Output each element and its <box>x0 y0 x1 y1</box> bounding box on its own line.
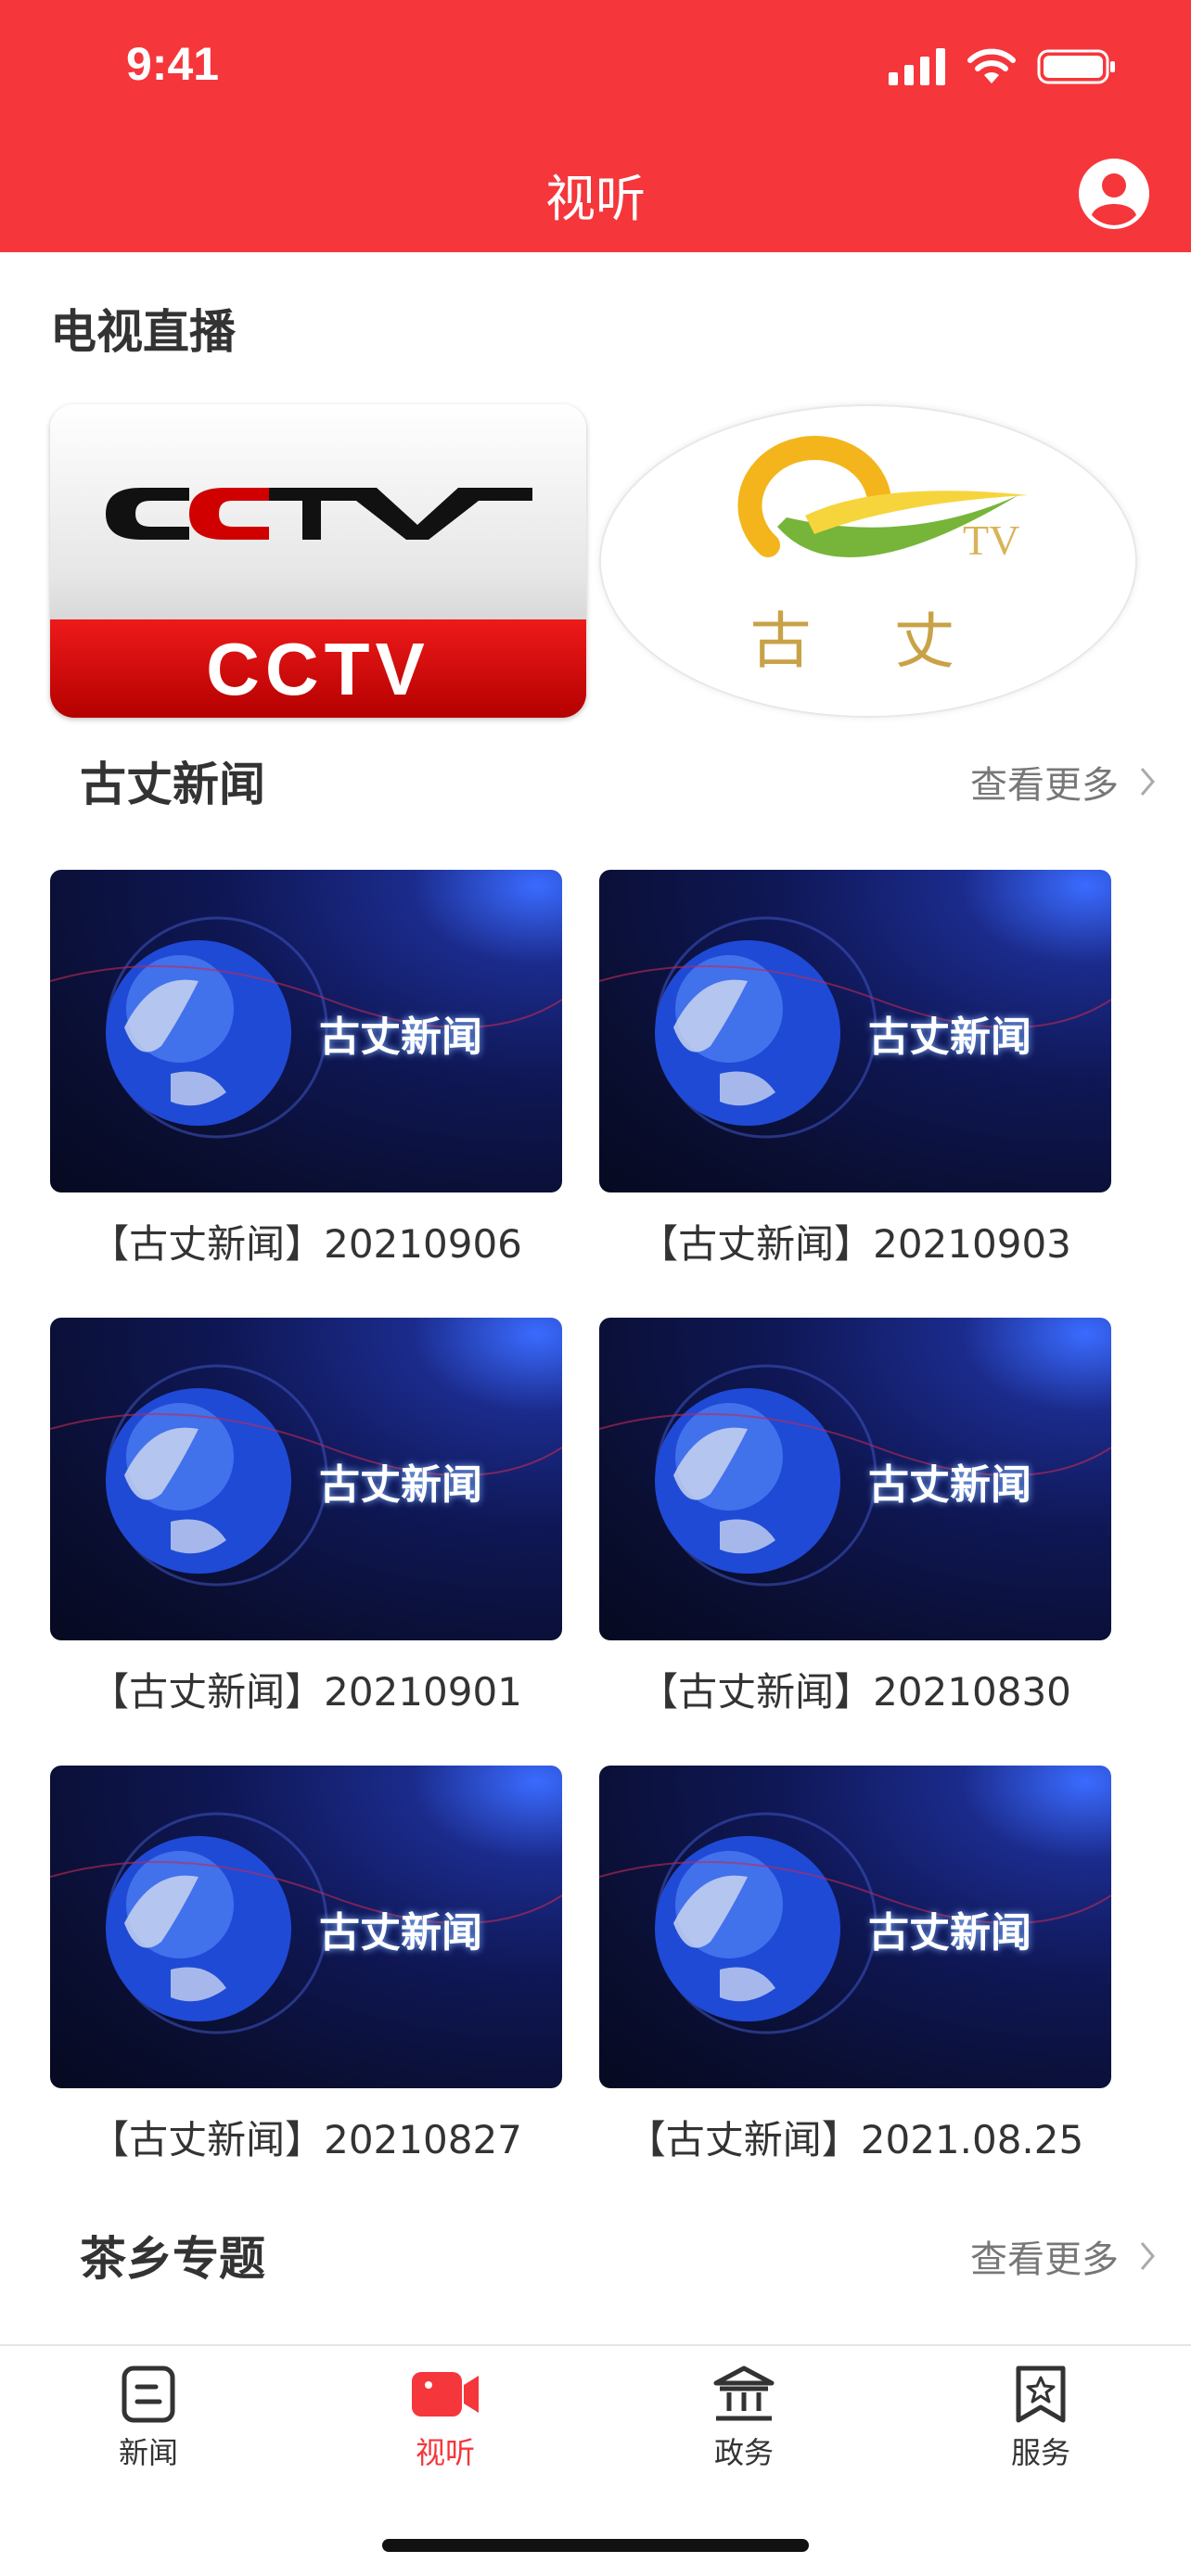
video-thumbnail: 古丈新闻 <box>599 870 1111 1192</box>
video-thumbnail: 古丈新闻 <box>50 1766 562 2088</box>
profile-icon[interactable] <box>1078 158 1150 230</box>
thumbnail-caption: 古丈新闻 <box>319 1014 482 1061</box>
status-icons <box>889 46 1117 87</box>
wifi-icon <box>967 48 1016 83</box>
video-title: 【古丈新闻】20210830 <box>639 1669 1071 1715</box>
tea-more-link[interactable]: 查看更多 <box>970 2229 1156 2283</box>
cctv-logo <box>50 404 586 619</box>
news-more-label: 查看更多 <box>970 764 1119 807</box>
video-thumbnail: 古丈新闻 <box>50 870 562 1192</box>
page-title: 视听 <box>545 170 646 228</box>
news-icon <box>122 2366 175 2423</box>
video-thumbnail: 古丈新闻 <box>599 1318 1111 1640</box>
tab-government[interactable]: 政务 <box>670 2365 818 2472</box>
live-section-title: 电视直播 <box>50 305 236 359</box>
video-thumbnail: 古丈新闻 <box>50 1318 562 1640</box>
cctv-channel-card[interactable]: CCTV <box>50 404 586 718</box>
thumbnail-caption: 古丈新闻 <box>319 1909 482 1957</box>
battery-icon <box>1037 49 1115 84</box>
status-time: 9:41 <box>126 38 220 90</box>
news-section-title: 古丈新闻 <box>80 758 265 811</box>
video-title: 【古丈新闻】20210906 <box>90 1221 522 1267</box>
video-icon <box>412 2372 479 2417</box>
tab-government-label: 政务 <box>713 2435 774 2470</box>
tea-more-label: 查看更多 <box>970 2238 1119 2281</box>
thumbnail-caption: 古丈新闻 <box>868 1014 1031 1061</box>
guzhang-channel-label: 古 丈 <box>749 606 987 677</box>
government-icon <box>713 2366 775 2421</box>
tab-news[interactable]: 新闻 <box>74 2365 223 2472</box>
chevron-right-icon <box>1140 2242 1155 2270</box>
thumbnail-caption: 古丈新闻 <box>319 1461 482 1509</box>
tab-service-label: 服务 <box>1010 2435 1070 2470</box>
tab-service[interactable]: 服务 <box>967 2365 1115 2472</box>
video-card[interactable]: 古丈新闻 【古丈新闻】20210827 <box>50 1766 562 2165</box>
tea-section-header: 茶乡专题 查看更多 <box>80 2222 1156 2287</box>
cellular-signal-icon <box>889 48 945 85</box>
video-card[interactable]: 古丈新闻 【古丈新闻】20210830 <box>599 1318 1111 1717</box>
video-card[interactable]: 古丈新闻 【古丈新闻】20210906 <box>50 870 562 1269</box>
video-card[interactable]: 古丈新闻 【古丈新闻】20210901 <box>50 1318 562 1717</box>
page: 9:41 视听 电视直播 CCTV TV 古 丈 古丈新闻 查看更多 古丈新闻 … <box>0 0 1191 2576</box>
cctv-label-band: CCTV <box>50 619 586 718</box>
thumbnail-caption: 古丈新闻 <box>868 1461 1031 1509</box>
video-title: 【古丈新闻】20210827 <box>90 2117 522 2162</box>
tab-news-label: 新闻 <box>118 2435 178 2470</box>
thumbnail-caption: 古丈新闻 <box>868 1909 1031 1957</box>
service-icon <box>1016 2366 1066 2423</box>
video-thumbnail: 古丈新闻 <box>599 1766 1111 2088</box>
tab-video[interactable]: 视听 <box>371 2365 519 2472</box>
cctv-channel-label: CCTV <box>206 628 430 710</box>
video-title: 【古丈新闻】2021.08.25 <box>626 2117 1084 2162</box>
news-more-link[interactable]: 查看更多 <box>970 755 1156 809</box>
news-section-header: 古丈新闻 查看更多 <box>80 747 1156 812</box>
video-card[interactable]: 古丈新闻 【古丈新闻】2021.08.25 <box>599 1766 1111 2165</box>
guzhang-tv-mark: TV <box>963 516 1020 564</box>
home-indicator[interactable] <box>382 2539 809 2552</box>
chevron-right-icon <box>1140 768 1155 796</box>
video-card[interactable]: 古丈新闻 【古丈新闻】20210903 <box>599 870 1111 1269</box>
guzhang-channel-card[interactable]: TV 古 丈 <box>599 404 1137 718</box>
video-title: 【古丈新闻】20210901 <box>90 1669 522 1715</box>
app-header: 9:41 视听 <box>0 0 1191 252</box>
tea-section-title: 茶乡专题 <box>80 2232 265 2286</box>
tab-video-label: 视听 <box>415 2435 475 2470</box>
video-title: 【古丈新闻】20210903 <box>639 1221 1071 1267</box>
